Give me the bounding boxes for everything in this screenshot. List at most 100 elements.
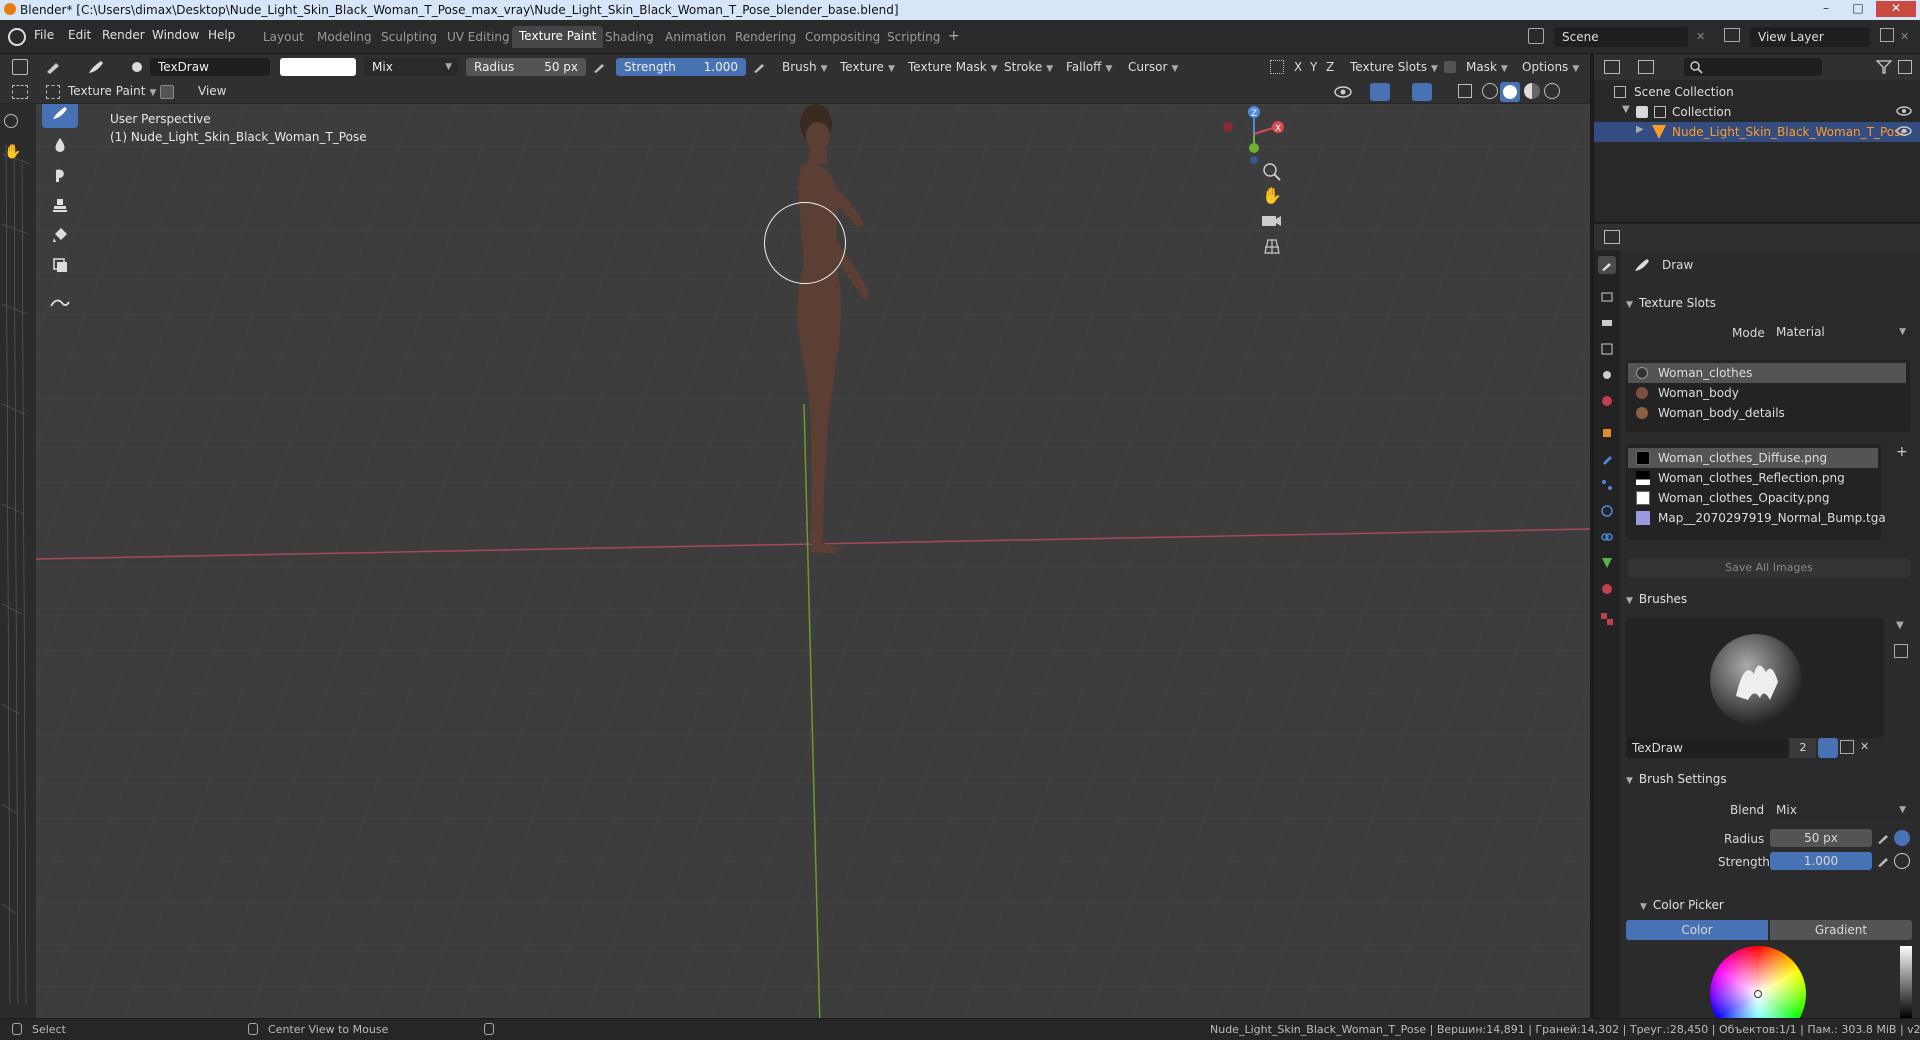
scene-tab-icon[interactable] — [1598, 366, 1616, 384]
object-expand-icon[interactable]: ▶ — [1636, 124, 1644, 135]
draw-tool-button[interactable] — [42, 104, 78, 128]
rendered-shading-icon[interactable] — [1544, 83, 1560, 99]
constraints-tab-icon[interactable] — [1598, 528, 1616, 546]
strength-pressure-toggle-icon[interactable] — [1876, 854, 1890, 871]
fill-tool-button[interactable] — [42, 220, 78, 250]
brush-expand-icon[interactable]: ▼ — [1896, 620, 1904, 631]
image-slot-normal-bump[interactable]: Map__2070297919_Normal_Bump.tga — [1628, 508, 1886, 528]
filter-icon[interactable] — [1875, 60, 1893, 77]
tab-rendering[interactable]: Rendering — [728, 28, 803, 46]
view-layer-field[interactable]: View Layer — [1750, 27, 1870, 47]
mask-menu[interactable]: Mask ▼ — [1460, 58, 1514, 76]
brush-name-input[interactable]: TexDraw — [1626, 738, 1788, 758]
add-workspace-icon[interactable]: + — [948, 28, 960, 44]
camera-view-icon[interactable] — [1260, 210, 1282, 230]
annotate-tool-button[interactable] — [42, 286, 78, 316]
color-swatch[interactable] — [280, 58, 356, 76]
view-layer-tab-icon[interactable] — [1598, 340, 1616, 358]
mode-dropdown-field[interactable]: Material ▼ — [1770, 322, 1912, 342]
pan-view-icon[interactable]: ✋ — [1262, 186, 1282, 205]
soften-tool-button[interactable] — [42, 130, 78, 160]
radius-pressure-toggle-icon[interactable] — [1876, 831, 1890, 848]
texture-tab-icon[interactable] — [1598, 610, 1616, 628]
image-slot-reflection[interactable]: Woman_clothes_Reflection.png — [1628, 468, 1878, 488]
brush-fake-user-icon[interactable] — [132, 62, 142, 72]
unlink-brush-icon[interactable]: ✕ — [1860, 740, 1869, 753]
outliner-scene-collection[interactable]: Scene Collection — [1594, 82, 1920, 102]
symmetry-icon[interactable] — [1270, 60, 1284, 74]
3d-viewport[interactable]: User Perspective (1) Nude_Light_Skin_Bla… — [36, 104, 1590, 1030]
menu-file[interactable]: File — [34, 28, 54, 42]
add-slot-icon[interactable]: + — [1896, 444, 1908, 460]
new-collection-icon[interactable] — [1898, 60, 1912, 74]
image-slot-opacity[interactable]: Woman_clothes_Opacity.png — [1628, 488, 1878, 508]
scene-field[interactable]: Scene — [1554, 27, 1688, 47]
brush-name-field[interactable]: TexDraw — [150, 58, 270, 76]
tool-tab-icon[interactable] — [1598, 256, 1616, 274]
mode-dropdown[interactable]: Texture Paint ▼ — [62, 82, 162, 100]
brush-settings-panel-header[interactable]: ▼ Brush Settings — [1626, 768, 1916, 790]
tab-uv-editing[interactable]: UV Editing — [440, 28, 517, 46]
brush-icon[interactable] — [86, 58, 106, 76]
image-slot-diffuse[interactable]: Woman_clothes_Diffuse.png — [1628, 448, 1878, 468]
color-wheel-cursor[interactable] — [1754, 990, 1762, 998]
tab-sculpting[interactable]: Sculpting — [374, 28, 444, 46]
hand-icon[interactable]: ✋ — [4, 144, 21, 160]
perspective-toggle-icon[interactable] — [1262, 236, 1282, 256]
strength-unified-icon[interactable] — [1894, 853, 1910, 869]
gradient-tab[interactable]: Gradient — [1770, 920, 1912, 940]
tab-compositing[interactable]: Compositing — [798, 28, 887, 46]
paint-mask-toggle[interactable] — [160, 85, 174, 99]
options-menu[interactable]: Options ▼ — [1516, 58, 1585, 76]
visibility-icon[interactable] — [1334, 84, 1354, 103]
clone-tool-button[interactable] — [42, 190, 78, 220]
texture-slots-panel-header[interactable]: ▼ Texture Slots — [1626, 292, 1916, 314]
tab-scripting[interactable]: Scripting — [880, 28, 947, 46]
data-tab-icon[interactable] — [1598, 554, 1616, 572]
brush-options-icon[interactable] — [1894, 644, 1908, 658]
tab-shading[interactable]: Shading — [598, 28, 661, 46]
tab-layout[interactable]: Layout — [256, 28, 311, 46]
material-item-woman-body-details[interactable]: Woman_body_details — [1628, 403, 1906, 423]
particles-tab-icon[interactable] — [1598, 476, 1616, 494]
texture-mask-menu[interactable]: Texture Mask ▼ — [902, 58, 1004, 76]
xray-icon[interactable] — [1458, 84, 1472, 98]
color-wheel[interactable] — [1710, 946, 1806, 1018]
editor-type-icon[interactable] — [12, 59, 28, 75]
mask-tool-button[interactable] — [42, 250, 78, 280]
cursor-menu[interactable]: Cursor ▼ — [1122, 58, 1184, 76]
object-visibility-icon[interactable] — [1896, 124, 1912, 141]
brush-menu[interactable]: Brush ▼ — [776, 58, 834, 76]
menu-window[interactable]: Window — [152, 28, 199, 42]
strength-settings-slider[interactable]: 1.000 — [1770, 852, 1872, 870]
close-icon[interactable]: ✕ — [1876, 1, 1916, 17]
view-layer-close-icon[interactable]: ✕ — [1900, 30, 1909, 43]
physics-tab-icon[interactable] — [1598, 502, 1616, 520]
display-mode-icon[interactable] — [1638, 60, 1654, 74]
tab-texture-paint[interactable]: Texture Paint — [512, 26, 604, 48]
tool-settings-icon[interactable] — [44, 59, 68, 75]
output-tab-icon[interactable] — [1598, 314, 1616, 332]
outliner-object-row[interactable]: ▶ Nude_Light_Skin_Black_Woman_T_Pose — [1594, 122, 1920, 142]
fake-user-shield-icon[interactable] — [1818, 738, 1838, 758]
overlay-toggle-icon[interactable] — [1412, 83, 1432, 101]
collection-expand-icon[interactable]: ▼ — [1622, 104, 1630, 115]
outliner-collection[interactable]: ▼ Collection — [1594, 102, 1920, 122]
outliner-editor-icon[interactable] — [1604, 60, 1620, 74]
zoom-view-icon[interactable] — [1260, 160, 1284, 184]
view-menu[interactable]: View — [192, 82, 232, 100]
tab-modeling[interactable]: Modeling — [310, 28, 379, 46]
color-picker-subpanel-header[interactable]: ▼ Color Picker — [1640, 894, 1910, 916]
texture-slots-menu[interactable]: Texture Slots ▼ — [1344, 58, 1444, 76]
render-tab-icon[interactable] — [1598, 288, 1616, 306]
save-all-images-button[interactable]: Save All Images — [1628, 558, 1910, 578]
brush-users-count[interactable]: 2 — [1790, 738, 1816, 758]
radius-pressure-icon[interactable] — [592, 60, 606, 77]
minimize-icon[interactable]: – — [1812, 1, 1840, 17]
material-shading-icon[interactable] — [1524, 83, 1540, 99]
view-layer-new-icon[interactable] — [1880, 28, 1894, 42]
strength-pressure-icon[interactable] — [752, 60, 766, 77]
smear-tool-button[interactable] — [42, 160, 78, 190]
menu-edit[interactable]: Edit — [68, 28, 91, 42]
zoom-icon[interactable] — [4, 114, 18, 128]
